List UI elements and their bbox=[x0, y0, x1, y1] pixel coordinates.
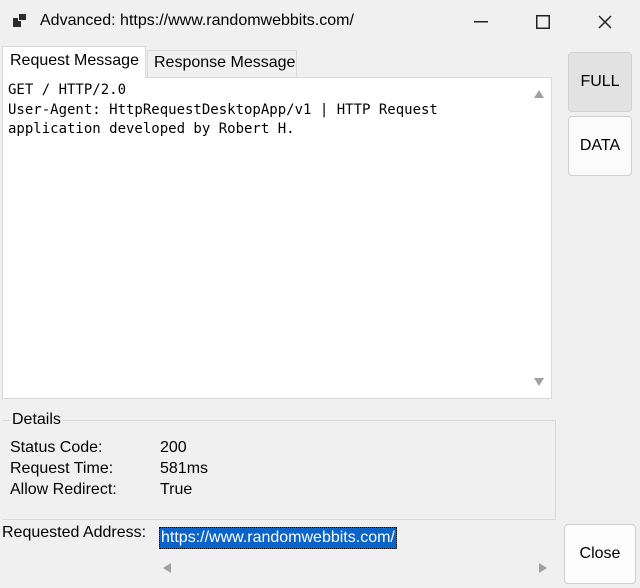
vertical-scrollbar[interactable] bbox=[530, 82, 548, 394]
close-window-button[interactable] bbox=[576, 0, 634, 44]
maximize-icon bbox=[536, 15, 550, 29]
title-bar: Advanced: https://www.randomwebbits.com/ bbox=[0, 0, 640, 44]
status-code-value: 200 bbox=[160, 439, 187, 456]
scroll-down-icon[interactable] bbox=[534, 378, 544, 386]
request-message-textbox[interactable]: GET / HTTP/2.0 User-Agent: HttpRequestDe… bbox=[8, 81, 524, 391]
window-title: Advanced: https://www.randomwebbits.com/ bbox=[40, 12, 354, 29]
requested-address-label: Requested Address: bbox=[2, 524, 147, 541]
requested-address-field[interactable]: https://www.randomwebbits.com/ bbox=[159, 524, 551, 576]
app-icon bbox=[13, 13, 27, 27]
full-button[interactable]: FULL bbox=[568, 52, 632, 112]
allow-redirect-label: Allow Redirect: bbox=[10, 481, 117, 498]
data-button[interactable]: DATA bbox=[568, 116, 632, 176]
tab-request-message[interactable]: Request Message bbox=[2, 46, 146, 78]
requested-address-value[interactable]: https://www.randomwebbits.com/ bbox=[159, 527, 397, 549]
scroll-left-icon[interactable] bbox=[163, 563, 171, 573]
close-icon bbox=[598, 15, 612, 29]
minimize-button[interactable] bbox=[452, 0, 510, 44]
scroll-right-icon[interactable] bbox=[539, 563, 547, 573]
status-code-label: Status Code: bbox=[10, 439, 103, 456]
request-time-value: 581ms bbox=[160, 460, 209, 477]
request-message-panel: GET / HTTP/2.0 User-Agent: HttpRequestDe… bbox=[2, 77, 552, 399]
details-title: Details bbox=[10, 411, 63, 429]
maximize-button[interactable] bbox=[514, 0, 572, 44]
request-time-label: Request Time: bbox=[10, 460, 114, 477]
scroll-up-icon[interactable] bbox=[534, 90, 544, 98]
allow-redirect-value: True bbox=[160, 481, 193, 498]
minimize-icon bbox=[474, 21, 488, 23]
tab-response-message[interactable]: Response Message bbox=[147, 50, 297, 77]
close-button[interactable]: Close bbox=[564, 524, 636, 584]
